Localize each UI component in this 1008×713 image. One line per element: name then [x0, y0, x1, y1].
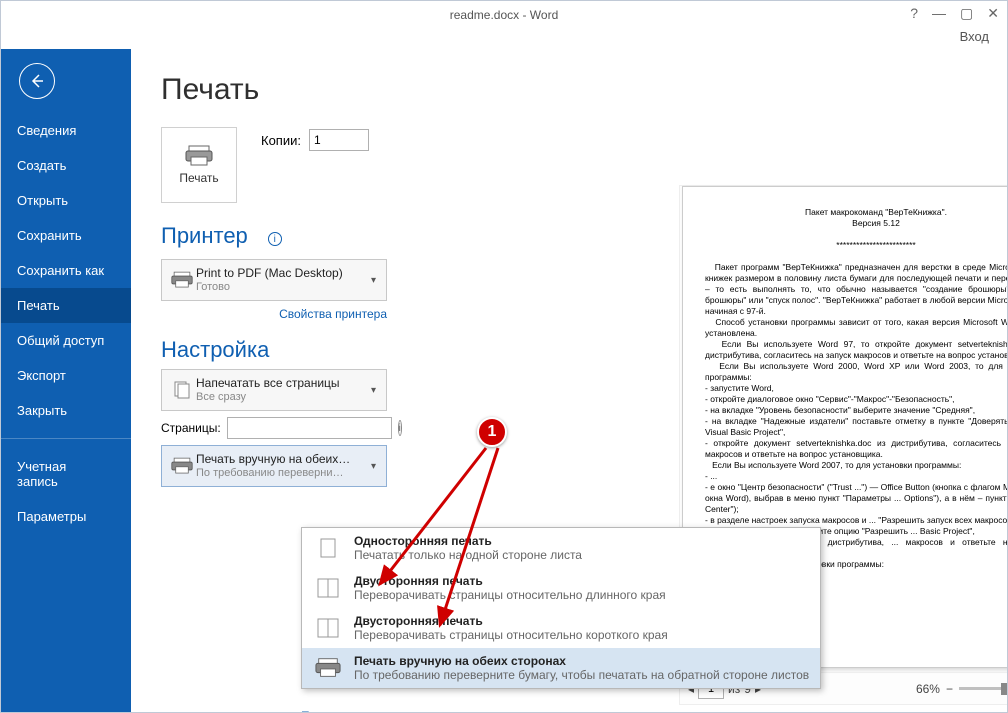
- print-button[interactable]: Печать: [161, 127, 237, 203]
- back-button[interactable]: [19, 63, 55, 99]
- sidebar-item-share[interactable]: Общий доступ: [1, 323, 131, 358]
- chevron-down-icon: ▾: [367, 385, 380, 396]
- copies-label: Копии:: [261, 133, 301, 148]
- annotation-badge-1: 1: [477, 417, 507, 447]
- info-icon[interactable]: i: [398, 420, 402, 436]
- duplex-sub: По требованию переверни…: [196, 466, 367, 480]
- sidebar-item-saveas[interactable]: Сохранить как: [1, 253, 131, 288]
- printer-icon: [168, 457, 196, 475]
- window-title: readme.docx - Word: [450, 8, 559, 22]
- duplex-option-short[interactable]: Двусторонняя печатьПереворачивать страни…: [302, 608, 820, 648]
- sidebar-item-account[interactable]: Учетная запись: [1, 449, 131, 499]
- zoom-value: 66%: [916, 682, 940, 696]
- duplex-option-long[interactable]: Двусторонняя печатьПереворачивать страни…: [302, 568, 820, 608]
- maximize-icon[interactable]: ▢: [960, 5, 973, 22]
- printer-status: Готово: [196, 280, 367, 294]
- preview-body: Пакет программ "ВерТеКнижка" предназначе…: [705, 262, 1007, 570]
- page-single-icon: [312, 534, 344, 562]
- chevron-down-icon: ▾: [367, 461, 380, 472]
- print-pane: Печать Печать Копии: Принтер i: [131, 49, 1007, 712]
- close-icon[interactable]: ✕: [987, 5, 999, 22]
- duplex-option-manual[interactable]: Печать вручную на обеих сторонахПо требо…: [302, 648, 820, 688]
- sidebar-item-open[interactable]: Открыть: [1, 183, 131, 218]
- titlebar: readme.docx - Word ? — ▢ ✕: [1, 1, 1007, 29]
- printer-heading: Принтер: [161, 223, 248, 249]
- print-button-label: Печать: [179, 171, 218, 185]
- printer-manual-icon: [312, 654, 344, 682]
- duplex-label: Печать вручную на обеих…: [196, 452, 367, 466]
- pages-icon: [168, 380, 196, 400]
- backstage-sidebar: Сведения Создать Открыть Сохранить Сохра…: [1, 49, 131, 712]
- sidebar-item-export[interactable]: Экспорт: [1, 358, 131, 393]
- printer-combo[interactable]: Print to PDF (Mac Desktop) Готово ▾: [161, 259, 387, 301]
- login-link[interactable]: Вход: [960, 29, 989, 44]
- pages-input[interactable]: [227, 417, 392, 439]
- sidebar-item-print[interactable]: Печать: [1, 288, 131, 323]
- sidebar-item-options[interactable]: Параметры: [1, 499, 131, 534]
- page-flip-long-icon: [312, 574, 344, 602]
- printer-icon: [168, 271, 196, 289]
- print-scope-combo[interactable]: Напечатать все страницы Все сразу ▾: [161, 369, 387, 411]
- pages-label: Страницы:: [161, 421, 221, 435]
- info-icon[interactable]: i: [268, 232, 282, 246]
- help-icon[interactable]: ?: [910, 5, 918, 22]
- back-arrow-icon: [28, 72, 46, 90]
- page-title: Печать: [161, 73, 977, 107]
- zoom-out-button[interactable]: −: [946, 682, 953, 696]
- sidebar-item-new[interactable]: Создать: [1, 148, 131, 183]
- page-flip-short-icon: [312, 614, 344, 642]
- zoom-slider[interactable]: [959, 687, 1007, 690]
- printer-icon: [185, 145, 213, 167]
- duplex-option-single[interactable]: Односторонняя печатьПечатать только на о…: [302, 528, 820, 568]
- scope-sub: Все сразу: [196, 390, 367, 404]
- sidebar-item-close[interactable]: Закрыть: [1, 393, 131, 428]
- duplex-dropdown: Односторонняя печатьПечатать только на о…: [301, 527, 821, 689]
- scope-label: Напечатать все страницы: [196, 376, 367, 390]
- minimize-icon[interactable]: —: [932, 5, 946, 22]
- chevron-down-icon: ▾: [367, 275, 380, 286]
- printer-properties-link[interactable]: Свойства принтера: [279, 307, 387, 321]
- sidebar-item-save[interactable]: Сохранить: [1, 218, 131, 253]
- page-setup-link[interactable]: Параметры страницы: [301, 709, 422, 712]
- printer-name: Print to PDF (Mac Desktop): [196, 266, 367, 280]
- duplex-combo[interactable]: Печать вручную на обеих… По требованию п…: [161, 445, 387, 487]
- sidebar-item-info[interactable]: Сведения: [1, 113, 131, 148]
- copies-input[interactable]: [309, 129, 369, 151]
